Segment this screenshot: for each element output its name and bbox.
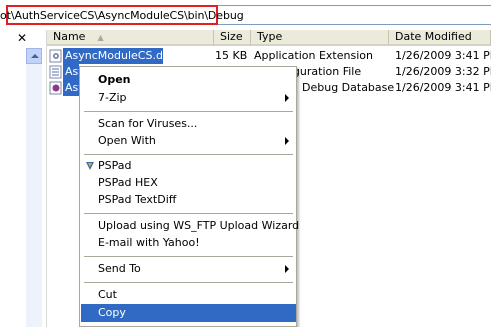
menu-item-open-with[interactable]: Open With [81, 132, 296, 150]
close-pane-icon[interactable]: ✕ [16, 32, 28, 44]
file-row[interactable]: AsyncModuleCS.dll 15 KB Application Exte… [47, 48, 491, 64]
menu-separator [84, 256, 293, 257]
menu-item-7zip[interactable]: 7-Zip [81, 89, 296, 107]
pspad-icon [86, 162, 94, 170]
column-header-name[interactable]: Name ▲ [47, 30, 214, 46]
sort-ascending-icon: ▲ [97, 33, 104, 42]
menu-item-copy[interactable]: Copy [81, 304, 296, 322]
address-field[interactable] [218, 5, 491, 25]
file-name[interactable]: Asy [63, 80, 85, 96]
file-date: 1/26/2009 3:32 PM [395, 65, 491, 78]
menu-item-email-yahoo[interactable]: E-mail with Yahoo! [81, 234, 296, 252]
column-header-size-label: Size [220, 30, 243, 43]
menu-separator [84, 213, 293, 214]
column-header-date-label: Date Modified [395, 30, 472, 43]
file-size: 15 KB [215, 49, 248, 62]
column-header-type-label: Type [257, 30, 283, 43]
submenu-arrow-icon [285, 137, 289, 145]
menu-item-cut[interactable]: Cut [81, 286, 296, 304]
column-header-type[interactable]: Type [251, 30, 389, 46]
menu-item-open[interactable]: Open [81, 71, 296, 89]
menu-item-pspad-textdiff[interactable]: PSPad TextDiff [81, 191, 296, 209]
menu-item-pspad-hex[interactable]: PSPad HEX [81, 174, 296, 192]
menu-item-open-with-label: Open With [98, 134, 156, 147]
column-header-date[interactable]: Date Modified [389, 30, 491, 46]
menu-separator [84, 282, 293, 283]
config-icon [49, 65, 62, 79]
dll-icon [49, 49, 62, 63]
file-type: Debug Database [302, 81, 395, 94]
menu-item-send-to[interactable]: Send To [81, 260, 296, 278]
menu-item-7zip-label: 7-Zip [98, 91, 127, 104]
file-date: 1/26/2009 3:41 PM [395, 49, 491, 62]
folder-pane-scrollbar[interactable] [26, 48, 42, 327]
file-type: Application Extension [254, 49, 373, 62]
menu-item-pspad-label: PSPad [98, 159, 132, 172]
address-bar: ot\AuthServiceCS\AsyncModuleCS\bin\Debug [0, 0, 491, 30]
submenu-arrow-icon [285, 265, 289, 273]
context-menu: Open 7-Zip Scan for Viruses... Open With… [79, 66, 299, 327]
menu-separator [84, 111, 293, 112]
menu-item-scan-viruses[interactable]: Scan for Viruses... [81, 115, 296, 133]
scroll-up-button[interactable] [26, 48, 42, 64]
menu-item-upload-wsftp[interactable]: Upload using WS_FTP Upload Wizard [81, 217, 299, 235]
pdb-icon [49, 81, 62, 95]
column-header-name-label: Name [53, 30, 86, 43]
file-type: figuration File [286, 65, 362, 78]
submenu-arrow-icon [285, 94, 289, 102]
menu-item-pspad[interactable]: PSPad [81, 157, 296, 175]
column-header-size[interactable]: Size [214, 30, 251, 46]
file-date: 1/26/2009 3:41 PM [395, 81, 491, 94]
file-name[interactable]: Asy [63, 64, 85, 80]
file-name[interactable]: AsyncModuleCS.dll [63, 48, 169, 64]
menu-item-send-to-label: Send To [98, 262, 141, 275]
menu-separator [84, 154, 293, 155]
address-path[interactable]: ot\AuthServiceCS\AsyncModuleCS\bin\Debug [0, 9, 244, 22]
